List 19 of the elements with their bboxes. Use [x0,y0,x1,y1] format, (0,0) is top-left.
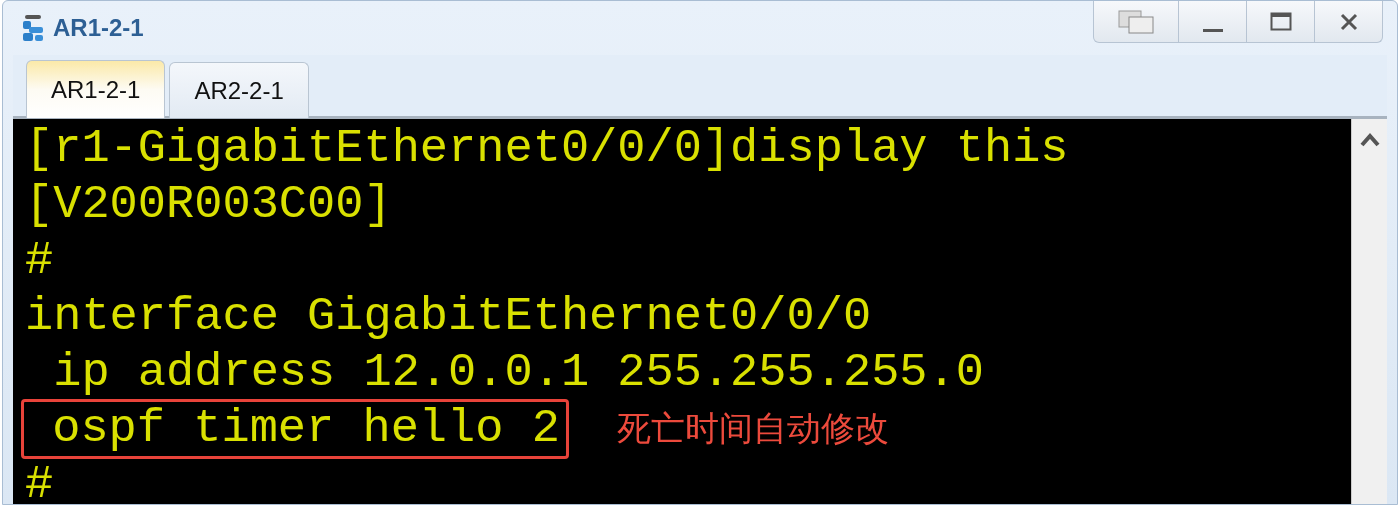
restore-icon [1117,8,1155,35]
terminal-line: ip address 12.0.0.1 255.255.255.0 [52,346,984,400]
tab[interactable]: AR2-2-1 [169,62,309,118]
terminal-line: [r1-GigabitEthernet0/0/0]display this [25,122,1069,176]
maximize-icon [1269,11,1292,32]
terminal-line: interface GigabitEthernet0/0/0 [25,290,872,344]
scroll-up-icon[interactable] [1359,133,1380,147]
tab[interactable]: AR1-2-1 [26,60,166,118]
minimize-button[interactable] [1179,1,1247,43]
close-icon [1338,11,1359,32]
terminal-line: # [25,234,54,288]
window-title: AR1-2-1 [53,14,144,42]
annotation-note: 死亡时间自动修改 [616,407,889,450]
minimize-icon [1202,29,1223,32]
close-button[interactable] [1315,1,1383,43]
maximize-button[interactable] [1247,1,1315,43]
terminal-line: # [25,458,54,504]
terminal-line: [V200R003C00] [25,178,392,232]
scrollbar[interactable] [1351,119,1387,504]
